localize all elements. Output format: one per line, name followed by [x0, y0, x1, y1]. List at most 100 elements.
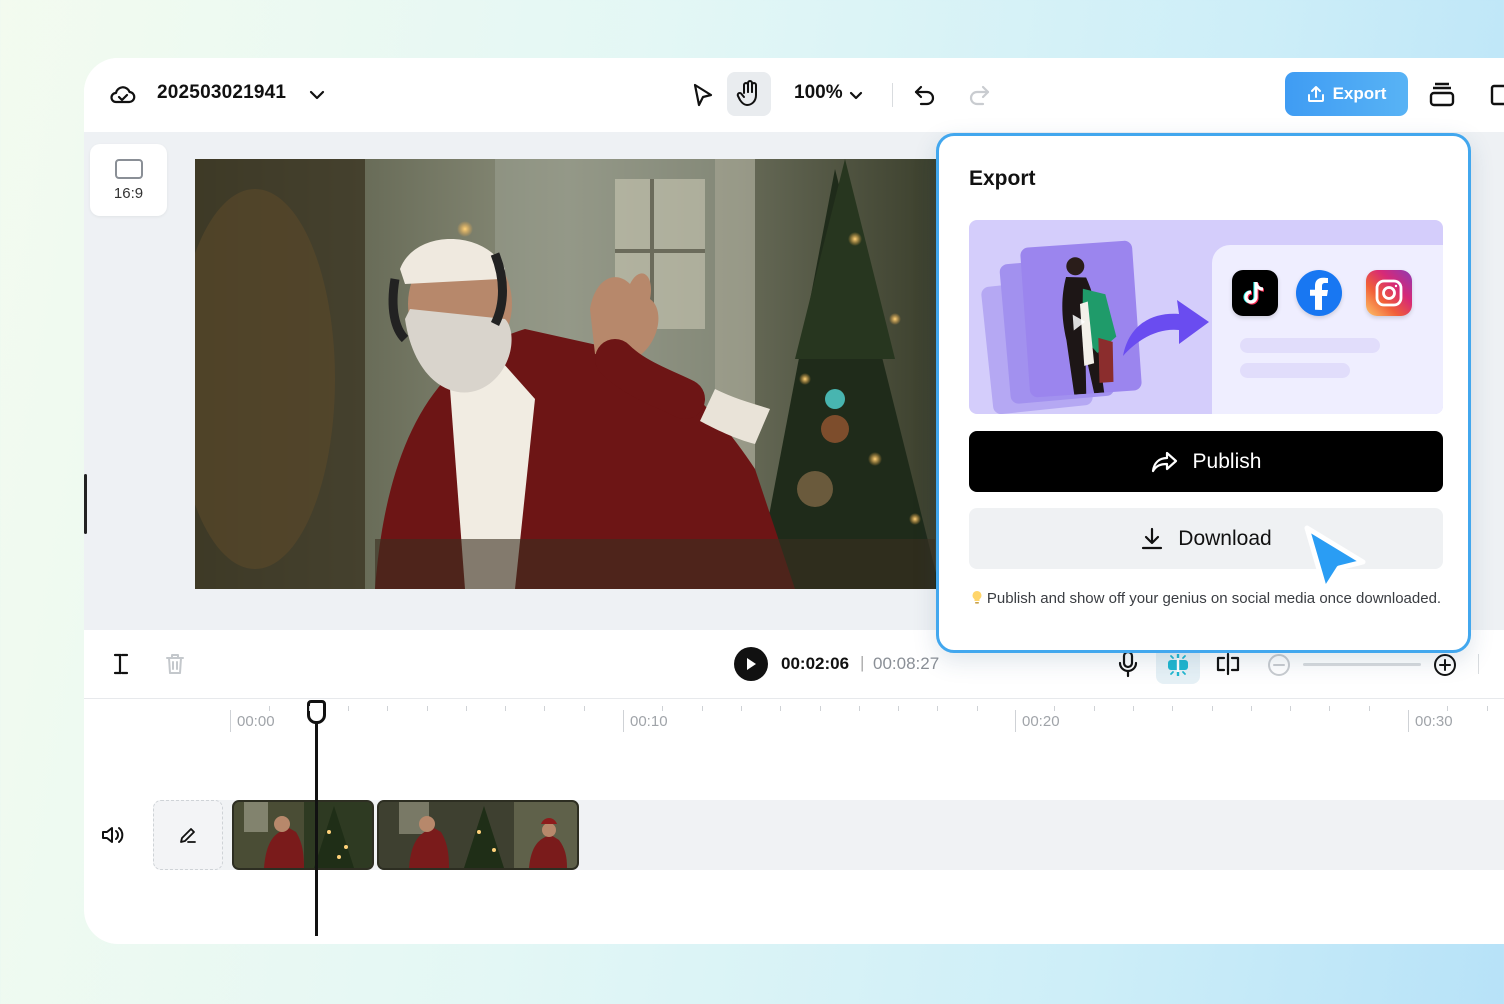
video-clip[interactable] [377, 800, 579, 870]
video-frame-image [195, 159, 940, 589]
ruler-label: 00:20 [1022, 713, 1060, 730]
tiktok-icon [1232, 270, 1278, 316]
ruler-minor-tick [544, 706, 546, 711]
ruler-minor-tick [701, 706, 703, 711]
project-title[interactable]: 202503021941 [157, 82, 286, 104]
panel-resize-handle[interactable] [84, 474, 87, 534]
snap-icon [1168, 654, 1188, 676]
ruler-major-tick [230, 710, 231, 732]
ruler-label: 00:10 [630, 713, 668, 730]
play-icon [747, 658, 756, 670]
ruler-label: 00:30 [1415, 713, 1453, 730]
export-hint-text: Publish and show off your genius on soci… [986, 590, 1442, 607]
time-separator: | [860, 653, 865, 672]
play-button[interactable] [734, 647, 768, 681]
export-popup-title: Export [969, 167, 1036, 190]
select-pointer-icon[interactable] [688, 80, 718, 110]
ruler-minor-tick [1447, 706, 1449, 711]
current-time: 00:02:06 [781, 654, 850, 673]
ruler-minor-tick [1329, 706, 1331, 711]
trim-icon[interactable] [108, 650, 134, 678]
ruler-minor-tick [1368, 706, 1370, 711]
ruler-minor-tick [1093, 706, 1095, 711]
publish-label: Publish [1192, 449, 1262, 473]
ruler-minor-tick [740, 706, 742, 711]
ruler-minor-tick [505, 706, 507, 711]
trash-icon[interactable] [162, 650, 188, 678]
ruler-minor-tick [1290, 706, 1292, 711]
ruler-label: 00:00 [237, 713, 275, 730]
export-popup: Export Publish Download Publish and show… [936, 133, 1471, 653]
ruler-minor-tick [1054, 706, 1056, 711]
ruler-major-tick [623, 710, 624, 732]
toolbar-divider [892, 83, 893, 107]
facebook-icon [1296, 270, 1342, 316]
timeline-divider [84, 698, 1504, 699]
ruler-minor-tick [426, 706, 428, 711]
split-icon[interactable] [1214, 650, 1242, 678]
ruler-minor-tick [269, 706, 271, 711]
ruler-minor-tick [387, 706, 389, 711]
panel-toggle-icon[interactable] [1488, 80, 1504, 110]
aspect-ratio-button[interactable]: 16:9 [90, 144, 167, 216]
clip-thumbnail [379, 802, 577, 868]
zoom-out-icon[interactable] [1266, 652, 1292, 678]
hand-tool-button[interactable] [727, 72, 771, 116]
export-button[interactable]: Export [1285, 72, 1408, 116]
total-duration: 00:08:27 [873, 654, 940, 673]
ruler-minor-tick [1172, 706, 1174, 711]
upload-icon [1307, 86, 1324, 102]
video-clip[interactable] [232, 800, 374, 870]
toolbar-divider-right [1478, 654, 1479, 674]
ruler-minor-tick [780, 706, 782, 711]
export-illustration [969, 220, 1443, 414]
chevron-down-icon[interactable] [306, 84, 328, 106]
ruler-minor-tick [1486, 706, 1488, 711]
ruler-minor-tick [662, 706, 664, 711]
zoom-chevron-down-icon[interactable] [846, 84, 866, 106]
video-preview[interactable] [195, 159, 940, 589]
ruler-minor-tick [583, 706, 585, 711]
ruler-minor-tick [976, 706, 978, 711]
ruler-minor-tick [1250, 706, 1252, 711]
export-hint: Publish and show off your genius on soci… [969, 588, 1443, 610]
instagram-icon [1366, 270, 1412, 316]
zoom-in-icon[interactable] [1432, 652, 1458, 678]
aspect-ratio-label: 16:9 [113, 184, 144, 202]
layers-icon[interactable] [1426, 80, 1458, 110]
lightbulb-icon [972, 591, 982, 604]
export-button-label: Export [1332, 84, 1387, 103]
share-arrow-icon [1123, 300, 1209, 356]
undo-icon[interactable] [910, 80, 940, 110]
ruler-minor-tick [937, 706, 939, 711]
timeline-zoom-slider[interactable] [1303, 663, 1421, 666]
share-icon [1151, 451, 1177, 472]
hand-icon [736, 80, 757, 106]
redo-icon[interactable] [964, 80, 994, 110]
ruler-major-tick [1408, 710, 1409, 732]
download-label: Download [1178, 526, 1272, 550]
playhead-line[interactable] [315, 700, 318, 936]
zoom-level[interactable]: 100% [794, 82, 843, 104]
ruler-minor-tick [308, 706, 310, 711]
ruler-minor-tick [465, 706, 467, 711]
edit-cover-button[interactable] [153, 800, 223, 870]
ruler-minor-tick [1211, 706, 1213, 711]
ruler-major-tick [1015, 710, 1016, 732]
cloud-sync-icon[interactable] [108, 80, 138, 110]
download-button[interactable]: Download [969, 508, 1443, 569]
publish-button[interactable]: Publish [969, 431, 1443, 492]
clip-thumbnail [234, 802, 372, 868]
mouse-cursor-icon [1304, 525, 1366, 593]
placeholder-line [1240, 363, 1350, 378]
download-icon [1142, 527, 1163, 549]
aspect-ratio-icon [114, 158, 143, 179]
top-bar: 202503021941 100% Export [84, 58, 1504, 132]
ruler-minor-tick [858, 706, 860, 711]
playhead-handle[interactable] [307, 700, 326, 724]
ruler-minor-tick [819, 706, 821, 711]
placeholder-line [1240, 338, 1380, 353]
ruler-minor-tick [347, 706, 349, 711]
pencil-icon [180, 828, 196, 843]
volume-icon[interactable] [98, 822, 126, 848]
